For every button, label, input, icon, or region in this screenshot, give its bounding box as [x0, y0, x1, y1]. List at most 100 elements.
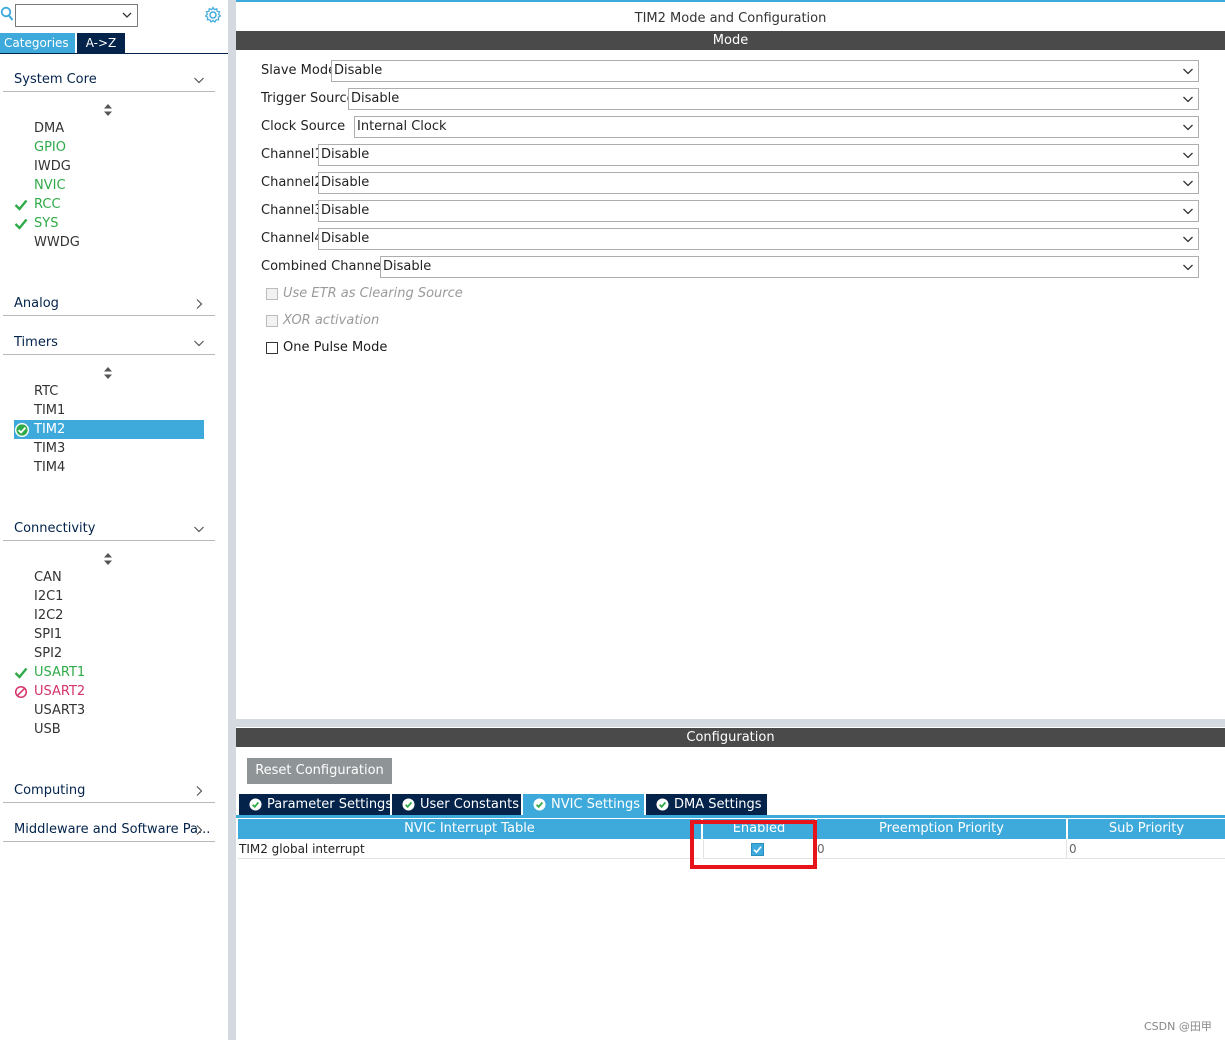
sidebar-item-dma[interactable]: DMA [14, 119, 204, 138]
column-header-preemption[interactable]: Preemption Priority [817, 819, 1066, 839]
checkbox-label: XOR activation [283, 313, 380, 328]
tab-label: NVIC Settings [551, 797, 640, 812]
select-value: Disable [321, 147, 370, 162]
prohibited-icon [14, 685, 28, 699]
trigger-source-label: Trigger Source [261, 91, 355, 106]
select-value: Disable [321, 203, 370, 218]
checkmark-icon [14, 199, 28, 211]
category-label: Analog [14, 296, 59, 311]
table-cell-sub-priority[interactable]: 0 [1066, 840, 1225, 859]
sidebar-item-usart1[interactable]: USART1 [14, 663, 204, 682]
sidebar-item-usb[interactable]: USB [14, 720, 204, 739]
search-input[interactable] [15, 4, 138, 27]
tab-user-constants[interactable]: User Constants [392, 794, 521, 815]
sidebar-item-tim1[interactable]: TIM1 [14, 401, 204, 420]
sidebar-item-label: RCC [34, 197, 61, 212]
column-header-interrupt[interactable]: NVIC Interrupt Table [238, 819, 701, 839]
channel3-select[interactable]: Disable [318, 200, 1199, 222]
sidebar-item-spi2[interactable]: SPI2 [14, 644, 204, 663]
sidebar-item-label: USART2 [34, 684, 86, 699]
tab-label: User Constants [420, 797, 519, 812]
sidebar-item-usart3[interactable]: USART3 [14, 701, 204, 720]
sidebar-item-sys[interactable]: SYS [14, 214, 204, 233]
sidebar-item-nvic[interactable]: NVIC [14, 176, 204, 195]
checkbox-box[interactable] [266, 342, 278, 354]
slave-mode-select[interactable]: Disable [331, 60, 1199, 82]
category-connectivity[interactable]: Connectivity [3, 517, 215, 541]
chevron-down-icon [194, 77, 204, 84]
sidebar-item-rcc[interactable]: RCC [14, 195, 204, 214]
category-label: Timers [14, 335, 58, 350]
sidebar-item-label: TIM1 [34, 403, 66, 418]
select-value: Disable [321, 175, 370, 190]
sidebar-item-iwdg[interactable]: IWDG [14, 157, 204, 176]
tab-a-to-z[interactable]: A->Z [77, 33, 125, 53]
sidebar-item-label: USART1 [34, 665, 86, 680]
sidebar-item-i2c2[interactable]: I2C2 [14, 606, 204, 625]
sidebar-item-spi1[interactable]: SPI1 [14, 625, 204, 644]
category-timers[interactable]: Timers [3, 331, 215, 355]
table-cell-preemption[interactable]: 0 [815, 840, 1066, 859]
chevron-down-icon [1183, 124, 1193, 131]
combined-channels-label: Combined Channels [261, 259, 392, 274]
chevron-right-icon [196, 786, 203, 796]
chevron-down-icon [1183, 208, 1193, 215]
channel2-select[interactable]: Disable [318, 172, 1199, 194]
category-analog[interactable]: Analog [3, 292, 215, 316]
combined-channels-select[interactable]: Disable [380, 256, 1199, 278]
tab-dma-settings[interactable]: DMA Settings [646, 794, 767, 815]
highlight-box [690, 820, 817, 869]
chevron-down-icon [1183, 180, 1193, 187]
tab-categories[interactable]: Categories [0, 33, 75, 53]
select-value: Disable [334, 63, 383, 78]
channel2-label: Channel2 [261, 175, 323, 190]
page-title: TIM2 Mode and Configuration [236, 0, 1225, 31]
tab-nvic-settings[interactable]: NVIC Settings [523, 794, 644, 815]
sort-icon[interactable] [103, 104, 113, 116]
select-value: Disable [383, 259, 432, 274]
clock-source-select[interactable]: Internal Clock [354, 116, 1199, 138]
sidebar-item-label: DMA [34, 121, 65, 136]
tab-parameter-settings[interactable]: Parameter Settings [239, 794, 392, 815]
sidebar-item-label: USART3 [34, 703, 86, 718]
sidebar-item-tim4[interactable]: TIM4 [14, 458, 204, 477]
category-computing[interactable]: Computing [3, 779, 215, 803]
select-value: Disable [321, 231, 370, 246]
channel4-label: Channel4 [261, 231, 323, 246]
sidebar-item-label: I2C2 [34, 608, 64, 623]
sidebar-item-usart2[interactable]: USART2 [14, 682, 204, 701]
sidebar-item-wwdg[interactable]: WWDG [14, 233, 204, 252]
checkbox-label: One Pulse Mode [283, 340, 388, 355]
sidebar-item-label: I2C1 [34, 589, 64, 604]
chevron-down-icon [1183, 264, 1193, 271]
channel3-label: Channel3 [261, 203, 323, 218]
category-middleware[interactable]: Middleware and Software Pa... [3, 818, 215, 842]
sidebar-item-i2c1[interactable]: I2C1 [14, 587, 204, 606]
channel1-select[interactable]: Disable [318, 144, 1199, 166]
sidebar-item-label: SPI1 [34, 627, 63, 642]
search-icon[interactable] [0, 6, 14, 22]
sidebar-item-gpio[interactable]: GPIO [14, 138, 204, 157]
category-system-core[interactable]: System Core [3, 68, 215, 92]
sidebar-item-can[interactable]: CAN [14, 568, 204, 587]
trigger-source-select[interactable]: Disable [348, 88, 1199, 110]
select-value: Internal Clock [357, 119, 447, 134]
check-circle-icon [533, 798, 546, 811]
sidebar-item-tim3[interactable]: TIM3 [14, 439, 204, 458]
vertical-splitter[interactable] [228, 0, 236, 1040]
horizontal-splitter[interactable] [236, 719, 1225, 727]
sidebar-item-label: SYS [34, 216, 59, 231]
sidebar-item-tim2[interactable]: TIM2 [14, 420, 204, 439]
chevron-down-icon [1183, 68, 1193, 75]
reset-configuration-button[interactable]: Reset Configuration [247, 758, 392, 784]
sidebar-item-rtc[interactable]: RTC [14, 382, 204, 401]
channel1-label: Channel1 [261, 147, 323, 162]
chevron-down-icon [1183, 236, 1193, 243]
configuration-header: Configuration [236, 728, 1225, 747]
check-circle-icon [656, 798, 669, 811]
column-header-sub-priority[interactable]: Sub Priority [1068, 819, 1225, 839]
sort-icon[interactable] [103, 367, 113, 379]
gear-icon[interactable] [204, 6, 222, 24]
channel4-select[interactable]: Disable [318, 228, 1199, 250]
sort-icon[interactable] [103, 553, 113, 565]
